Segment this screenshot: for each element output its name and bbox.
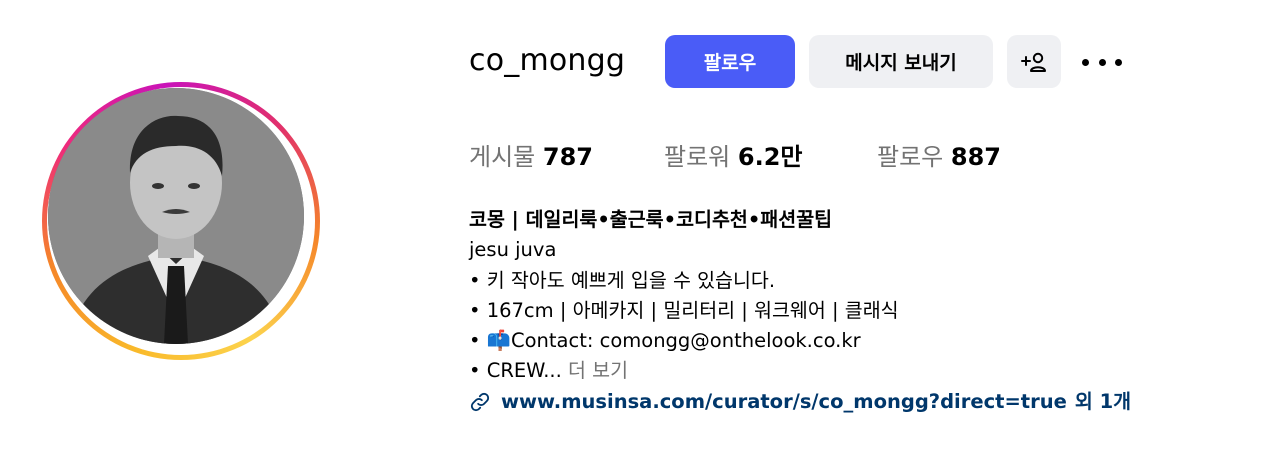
more-dot bbox=[1098, 58, 1106, 66]
bio-line: jesu juva bbox=[469, 238, 557, 262]
followers-count[interactable]: 팔로워 6.2만 bbox=[664, 137, 803, 172]
bio-name: 코몽 | 데일리룩•출근룩•코디추천•패션꿀팁 bbox=[469, 208, 833, 231]
avatar-photo bbox=[48, 88, 304, 344]
profile-bio: 코몽 | 데일리룩•출근룩•코디추천•패션꿀팁 jesu juva • 키 작아… bbox=[469, 205, 1249, 417]
avatar[interactable] bbox=[48, 88, 304, 344]
add-user-icon bbox=[1021, 52, 1046, 72]
external-link[interactable]: www.musinsa.com/curator/s/co_mongg?direc… bbox=[501, 387, 1067, 417]
followers-label: 팔로워 bbox=[664, 143, 731, 171]
posts-label: 게시물 bbox=[469, 143, 536, 171]
story-ring[interactable] bbox=[42, 82, 320, 360]
more-links-count[interactable]: 외 1개 bbox=[1075, 387, 1131, 417]
bio-link-row: www.musinsa.com/curator/s/co_mongg?direc… bbox=[469, 387, 1249, 417]
see-more-link[interactable]: 더 보기 bbox=[568, 359, 628, 382]
bio-line: • 📫Contact: comongg@onthelook.co.kr bbox=[469, 329, 861, 353]
link-icon bbox=[470, 392, 490, 412]
more-options-icon[interactable] bbox=[1082, 50, 1122, 74]
bio-line-truncated: • CREW... 더 보기 bbox=[469, 356, 1249, 386]
profile-username: co_mongg bbox=[469, 43, 626, 78]
message-button[interactable]: 메시지 보내기 bbox=[809, 35, 993, 88]
more-dot bbox=[1115, 58, 1122, 66]
following-count[interactable]: 팔로우 887 bbox=[877, 137, 1001, 172]
bio-line: • 키 작아도 예쁘게 입을 수 있습니다. bbox=[469, 268, 776, 292]
posts-count: 게시물 787 bbox=[469, 137, 593, 172]
posts-value: 787 bbox=[542, 143, 593, 171]
bio-line: • 167cm | 아메카지 | 밀리터리 | 워크웨어 | 클래식 bbox=[469, 298, 899, 322]
following-value: 887 bbox=[950, 143, 1001, 171]
follow-button[interactable]: 팔로우 bbox=[665, 35, 795, 88]
more-dot bbox=[1082, 58, 1089, 66]
add-user-button[interactable] bbox=[1007, 35, 1061, 88]
bio-line-text: • CREW... bbox=[469, 359, 562, 383]
following-label: 팔로우 bbox=[877, 143, 944, 171]
followers-value: 6.2만 bbox=[737, 143, 803, 171]
